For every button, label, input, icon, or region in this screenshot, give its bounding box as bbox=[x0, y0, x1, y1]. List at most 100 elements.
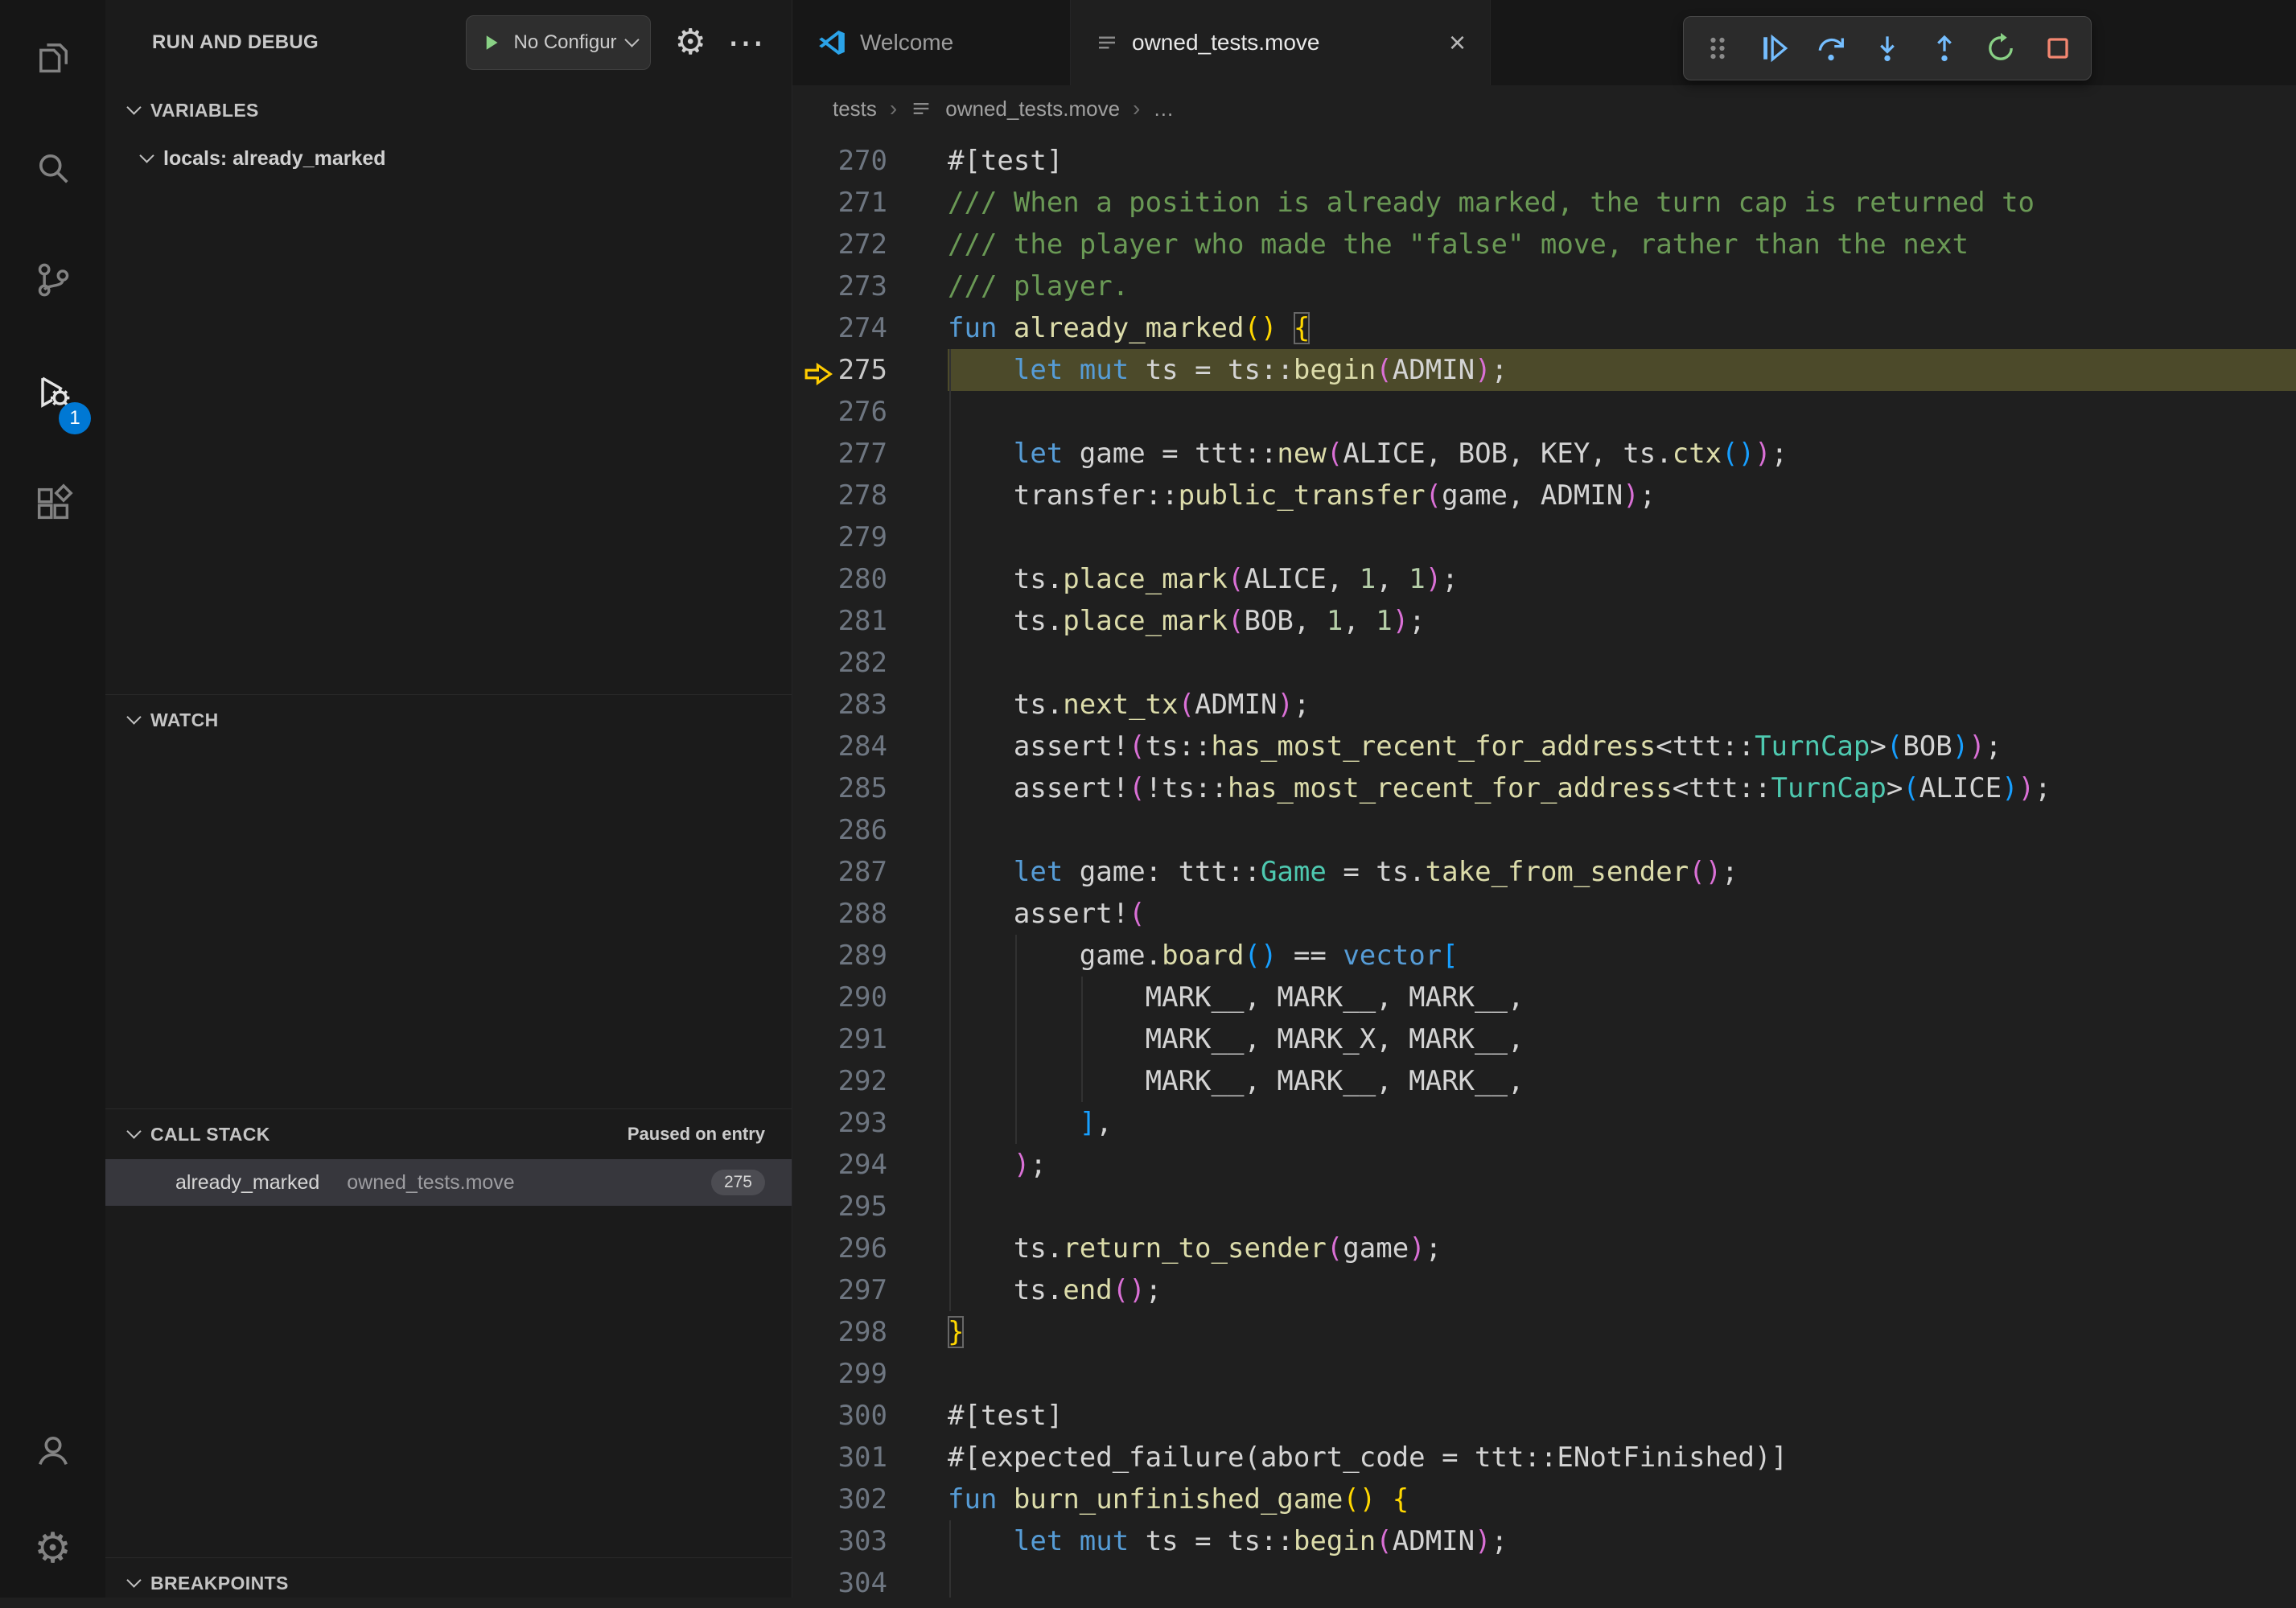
code-line-273[interactable]: 273/// player. bbox=[792, 265, 2296, 307]
code-line-293[interactable]: 293 ], bbox=[792, 1102, 2296, 1144]
line-number[interactable]: 289 bbox=[792, 935, 948, 977]
line-number[interactable]: 272 bbox=[792, 224, 948, 265]
extensions-icon[interactable] bbox=[0, 447, 105, 559]
step-over-button[interactable] bbox=[1808, 25, 1854, 72]
code-line-280[interactable]: 280 ts.place_mark(ALICE, 1, 1); bbox=[792, 558, 2296, 600]
code-line-295[interactable]: 295 bbox=[792, 1186, 2296, 1228]
close-icon[interactable]: × bbox=[1449, 28, 1466, 57]
line-number[interactable]: 300 bbox=[792, 1395, 948, 1437]
line-number[interactable]: 284 bbox=[792, 726, 948, 767]
restart-button[interactable] bbox=[1977, 25, 2024, 72]
breakpoints-header[interactable]: BREAKPOINTS bbox=[105, 1558, 792, 1608]
code-editor[interactable]: 270#[test]271/// When a position is alre… bbox=[792, 132, 2296, 1598]
line-number[interactable]: 285 bbox=[792, 767, 948, 809]
line-number[interactable]: 299 bbox=[792, 1353, 948, 1395]
line-number[interactable]: 293 bbox=[792, 1102, 948, 1144]
line-number[interactable]: 277 bbox=[792, 433, 948, 475]
code-line-283[interactable]: 283 ts.next_tx(ADMIN); bbox=[792, 684, 2296, 726]
line-number[interactable]: 281 bbox=[792, 600, 948, 642]
explorer-icon[interactable] bbox=[0, 0, 105, 112]
source-control-icon[interactable] bbox=[0, 224, 105, 335]
line-number[interactable]: 280 bbox=[792, 558, 948, 600]
toolbar-drag-handle[interactable] bbox=[1694, 25, 1741, 72]
line-number[interactable]: 276 bbox=[792, 391, 948, 433]
line-number[interactable]: 278 bbox=[792, 475, 948, 516]
code-line-272[interactable]: 272/// the player who made the "false" m… bbox=[792, 224, 2296, 265]
code-line-277[interactable]: 277 let game = ttt::new(ALICE, BOB, KEY,… bbox=[792, 433, 2296, 475]
code-line-286[interactable]: 286 bbox=[792, 809, 2296, 851]
line-number[interactable]: 271 bbox=[792, 182, 948, 224]
tab-welcome[interactable]: Welcome bbox=[792, 0, 1071, 85]
code-line-274[interactable]: 274fun already_marked() { bbox=[792, 307, 2296, 349]
line-number[interactable]: 294 bbox=[792, 1144, 948, 1186]
step-into-button[interactable] bbox=[1864, 25, 1911, 72]
tab-owned-tests-move[interactable]: owned_tests.move × bbox=[1071, 0, 1491, 85]
variables-header[interactable]: VARIABLES bbox=[105, 85, 792, 135]
line-number[interactable]: 282 bbox=[792, 642, 948, 684]
code-line-270[interactable]: 270#[test] bbox=[792, 140, 2296, 182]
call-stack-frame-row[interactable]: already_marked owned_tests.move 275 bbox=[105, 1159, 792, 1206]
line-number[interactable]: 273 bbox=[792, 265, 948, 307]
line-number[interactable]: 270 bbox=[792, 140, 948, 182]
more-actions-icon[interactable]: ⋯ bbox=[727, 24, 764, 61]
code-line-279[interactable]: 279 bbox=[792, 516, 2296, 558]
code-line-271[interactable]: 271/// When a position is already marked… bbox=[792, 182, 2296, 224]
code-line-290[interactable]: 290 MARK__, MARK__, MARK__, bbox=[792, 977, 2296, 1018]
code-line-275[interactable]: 275 let mut ts = ts::begin(ADMIN); bbox=[792, 349, 2296, 391]
call-stack-header[interactable]: CALL STACK Paused on entry bbox=[105, 1109, 792, 1159]
line-number[interactable]: 286 bbox=[792, 809, 948, 851]
line-number[interactable]: 279 bbox=[792, 516, 948, 558]
run-and-debug-icon[interactable]: 1 bbox=[0, 335, 105, 447]
breadcrumb-item-more[interactable]: … bbox=[1153, 97, 1174, 121]
code-line-300[interactable]: 300#[test] bbox=[792, 1395, 2296, 1437]
line-number[interactable]: 298 bbox=[792, 1311, 948, 1353]
code-line-278[interactable]: 278 transfer::public_transfer(game, ADMI… bbox=[792, 475, 2296, 516]
code-line-298[interactable]: 298} bbox=[792, 1311, 2296, 1353]
indent-guide bbox=[949, 1018, 951, 1060]
line-number[interactable]: 295 bbox=[792, 1186, 948, 1228]
code-line-294[interactable]: 294 ); bbox=[792, 1144, 2296, 1186]
code-line-281[interactable]: 281 ts.place_mark(BOB, 1, 1); bbox=[792, 600, 2296, 642]
code-line-296[interactable]: 296 ts.return_to_sender(game); bbox=[792, 1228, 2296, 1269]
code-line-282[interactable]: 282 bbox=[792, 642, 2296, 684]
code-line-276[interactable]: 276 bbox=[792, 391, 2296, 433]
line-number[interactable]: 303 bbox=[792, 1520, 948, 1562]
line-number[interactable]: 302 bbox=[792, 1478, 948, 1520]
code-line-288[interactable]: 288 assert!( bbox=[792, 893, 2296, 935]
watch-header[interactable]: WATCH bbox=[105, 695, 792, 745]
code-line-291[interactable]: 291 MARK__, MARK_X, MARK__, bbox=[792, 1018, 2296, 1060]
breadcrumb-item-file[interactable]: owned_tests.move bbox=[945, 97, 1120, 121]
code-line-301[interactable]: 301#[expected_failure(abort_code = ttt::… bbox=[792, 1437, 2296, 1478]
code-line-303[interactable]: 303 let mut ts = ts::begin(ADMIN); bbox=[792, 1520, 2296, 1562]
line-number[interactable]: 274 bbox=[792, 307, 948, 349]
line-number[interactable]: 297 bbox=[792, 1269, 948, 1311]
line-number[interactable]: 287 bbox=[792, 851, 948, 893]
breadcrumb-item-tests[interactable]: tests bbox=[833, 97, 877, 121]
step-out-button[interactable] bbox=[1921, 25, 1968, 72]
code-line-292[interactable]: 292 MARK__, MARK__, MARK__, bbox=[792, 1060, 2296, 1102]
account-icon[interactable] bbox=[0, 1401, 105, 1499]
line-number[interactable]: 292 bbox=[792, 1060, 948, 1102]
continue-button[interactable] bbox=[1751, 25, 1797, 72]
line-number[interactable]: 301 bbox=[792, 1437, 948, 1478]
code-line-285[interactable]: 285 assert!(!ts::has_most_recent_for_add… bbox=[792, 767, 2296, 809]
code-line-287[interactable]: 287 let game: ttt::Game = ts.take_from_s… bbox=[792, 851, 2296, 893]
launch-settings-gear-icon[interactable]: ⚙ bbox=[675, 25, 706, 60]
line-number[interactable]: 288 bbox=[792, 893, 948, 935]
code-line-302[interactable]: 302fun burn_unfinished_game() { bbox=[792, 1478, 2296, 1520]
line-number[interactable]: 290 bbox=[792, 977, 948, 1018]
line-number[interactable]: 291 bbox=[792, 1018, 948, 1060]
line-number[interactable]: 296 bbox=[792, 1228, 948, 1269]
stop-button[interactable] bbox=[2035, 25, 2081, 72]
line-number[interactable]: 283 bbox=[792, 684, 948, 726]
settings-gear-icon[interactable]: ⚙ bbox=[0, 1499, 105, 1598]
code-line-289[interactable]: 289 game.board() == vector[ bbox=[792, 935, 2296, 977]
code-line-304[interactable]: 304 bbox=[792, 1562, 2296, 1598]
variables-scope-row[interactable]: locals: already_marked bbox=[105, 135, 792, 182]
code-line-297[interactable]: 297 ts.end(); bbox=[792, 1269, 2296, 1311]
search-icon[interactable] bbox=[0, 112, 105, 224]
debug-config-dropdown[interactable]: No Configur bbox=[466, 15, 650, 70]
code-line-284[interactable]: 284 assert!(ts::has_most_recent_for_addr… bbox=[792, 726, 2296, 767]
line-number[interactable]: 304 bbox=[792, 1562, 948, 1598]
code-line-299[interactable]: 299 bbox=[792, 1353, 2296, 1395]
